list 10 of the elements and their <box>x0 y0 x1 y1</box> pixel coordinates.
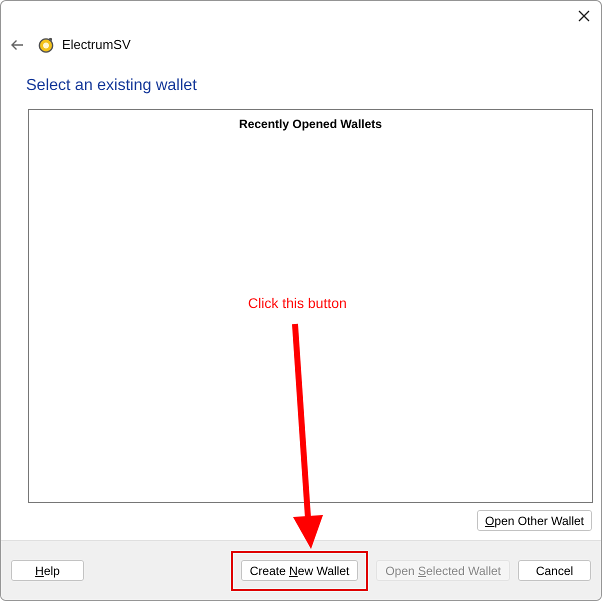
page-title: Select an existing wallet <box>26 76 197 96</box>
help-button[interactable]: Help <box>11 560 84 581</box>
logo-icon <box>38 37 54 53</box>
open-other-wallet-button[interactable]: Open Other Wallet <box>477 510 592 531</box>
create-new-wallet-button[interactable]: Create New Wallet <box>240 560 358 581</box>
column-header: Recently Opened Wallets <box>239 116 382 133</box>
annotation-text: Click this button <box>248 294 347 313</box>
cancel-button[interactable]: Cancel <box>518 560 591 581</box>
close-icon <box>578 10 590 22</box>
app-name: ElectrumSV <box>62 36 131 54</box>
